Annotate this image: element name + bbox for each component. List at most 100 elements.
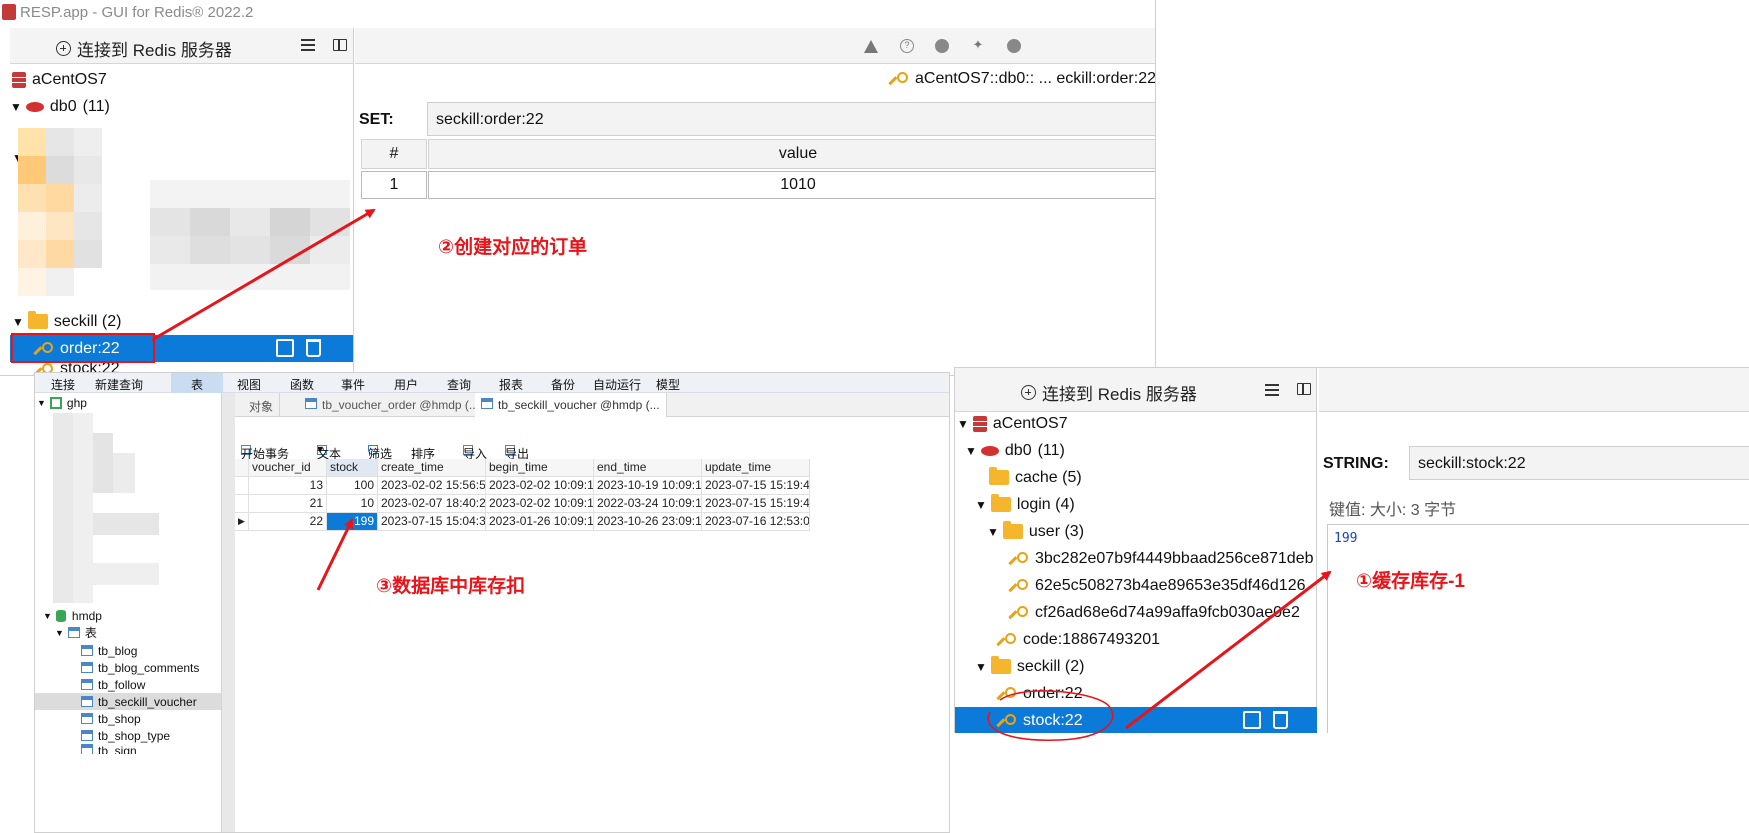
tree-db0[interactable]: ▼ db0 (11): [955, 437, 1316, 464]
menu-event[interactable]: 事件: [341, 376, 365, 393]
twitter-icon[interactable]: ✦: [971, 38, 985, 53]
table-label: tb_sign: [98, 744, 137, 754]
menu-table[interactable]: 表: [171, 373, 223, 393]
text-button[interactable]: 文本 ▾: [317, 442, 341, 461]
github-icon[interactable]: [1007, 39, 1021, 53]
grid-cell[interactable]: 2023-02-07 18:40:27: [378, 495, 486, 513]
connect-server-button[interactable]: 连接到 Redis 服务器: [56, 36, 232, 61]
list-icon[interactable]: [301, 39, 315, 51]
copy-icon[interactable]: [1243, 711, 1261, 729]
grid-cell[interactable]: 2023-02-02 10:09:17: [486, 495, 594, 513]
nav-table-item[interactable]: tb_follow: [81, 676, 145, 693]
menu-backup[interactable]: 备份: [551, 376, 575, 393]
nav-db-hmdp[interactable]: ▼ hmdp: [43, 607, 102, 624]
col-end-time[interactable]: end_time: [594, 459, 702, 477]
row-indicator-current[interactable]: ▶: [235, 513, 249, 531]
tree-key-order[interactable]: order:22: [10, 335, 353, 362]
tree-folder-seckill[interactable]: ▼ seckill (2): [10, 308, 353, 335]
annotation-cache-decrement: ①缓存库存-1: [1356, 571, 1465, 592]
key-icon: [1001, 632, 1017, 648]
split-view-icon[interactable]: [1297, 383, 1311, 395]
menu-model[interactable]: 模型: [656, 376, 680, 393]
key-name-field[interactable]: seckill:stock:22: [1409, 446, 1749, 480]
menu-report[interactable]: 报表: [499, 376, 523, 393]
nav-scrollbar[interactable]: [221, 393, 235, 832]
tab-objects[interactable]: 对象: [243, 393, 281, 417]
trash-icon[interactable]: [1273, 711, 1288, 729]
copy-icon[interactable]: [276, 339, 294, 357]
grid-cell[interactable]: 2023-02-02 15:56:58: [378, 477, 486, 495]
nav-tables-folder[interactable]: ▼ 表: [55, 624, 97, 641]
split-view-icon[interactable]: [333, 39, 347, 51]
tab-seckill-voucher[interactable]: tb_seckill_voucher @hmdp (...: [475, 393, 667, 417]
grid-cell[interactable]: 2023-07-15 15:04:33: [378, 513, 486, 531]
nav-table-item[interactable]: tb_blog_comments: [81, 659, 199, 676]
tree-key-code[interactable]: code:18867493201: [955, 626, 1316, 653]
telegram-icon[interactable]: [935, 39, 949, 53]
nav-conn-ghp[interactable]: ▼ ghp: [37, 394, 87, 411]
value-editor[interactable]: 199: [1327, 524, 1749, 733]
col-voucher-id[interactable]: voucher_id: [249, 459, 327, 477]
trash-icon[interactable]: [306, 339, 321, 357]
col-begin-time[interactable]: begin_time: [486, 459, 594, 477]
grid-cell[interactable]: 2023-07-16 12:53:03: [702, 513, 810, 531]
nav-table-item[interactable]: tb_blog: [81, 642, 137, 659]
tree-key-user[interactable]: 3bc282e07b9f4449bbaad256ce871deb: [955, 545, 1316, 572]
database-icon: [980, 445, 999, 456]
key-tab[interactable]: aCentOS7::db0:: ... eckill:order:22: [893, 70, 1155, 88]
warning-icon[interactable]: [864, 40, 878, 53]
tree-server[interactable]: ▼ aCentOS7: [955, 410, 1316, 437]
menu-function[interactable]: 函数: [290, 376, 314, 393]
col-stock[interactable]: stock: [327, 459, 378, 477]
tree-folder-user[interactable]: ▼ user (3): [955, 518, 1316, 545]
tree-db0[interactable]: ▼ db0 (11): [10, 93, 353, 120]
tree-server[interactable]: aCentOS7: [10, 66, 353, 93]
row-indicator[interactable]: [235, 495, 249, 513]
tree-key-user[interactable]: cf26ad68e6d74a99affa9fcb030ae0e2: [955, 599, 1316, 626]
menu-view[interactable]: 视图: [237, 376, 261, 393]
nav-table-item[interactable]: tb_sign: [81, 744, 137, 754]
grid-cell-selected[interactable]: 199: [327, 513, 378, 531]
menu-connect[interactable]: 连接: [51, 376, 75, 393]
grid-cell[interactable]: 2023-07-15 15:19:48: [702, 477, 810, 495]
menu-new-query[interactable]: 新建查询: [95, 376, 143, 393]
nav-table-item[interactable]: tb_shop: [81, 710, 141, 727]
grid-cell[interactable]: 2022-03-24 10:09:17: [594, 495, 702, 513]
nav-table-item[interactable]: tb_shop_type: [81, 727, 170, 744]
grid-cell[interactable]: 100: [327, 477, 378, 495]
tree-key-stock[interactable]: stock:22: [955, 707, 1317, 733]
col-header-value[interactable]: value: [428, 139, 1155, 169]
tree-folder-login[interactable]: ▼ login (4): [955, 491, 1316, 518]
cell-index[interactable]: 1: [361, 171, 427, 199]
menu-user[interactable]: 用户: [394, 376, 418, 393]
grid-cell[interactable]: 13: [249, 477, 327, 495]
row-indicator[interactable]: [235, 477, 249, 495]
grid-cell[interactable]: 10: [327, 495, 378, 513]
tab-voucher-order[interactable]: tb_voucher_order @hmdp (...: [299, 393, 486, 417]
nav-table-item-selected[interactable]: tb_seckill_voucher: [35, 693, 221, 710]
connect-server-button[interactable]: 连接到 Redis 服务器: [1021, 380, 1197, 405]
cell-value[interactable]: 1010: [428, 171, 1155, 199]
help-icon[interactable]: ?: [900, 39, 914, 53]
table-label: tb_shop: [98, 711, 141, 726]
tree-folder-cache[interactable]: cache (5): [955, 464, 1316, 491]
tree-key-order[interactable]: order:22: [955, 680, 1316, 707]
grid-cell[interactable]: 21: [249, 495, 327, 513]
col-update-time[interactable]: update_time: [702, 459, 810, 477]
grid-cell[interactable]: 2023-07-15 15:19:43: [702, 495, 810, 513]
menu-autorun[interactable]: 自动运行: [593, 376, 641, 393]
tree-key-user[interactable]: 62e5c508273b4ae89653e35df46d126: [955, 572, 1316, 599]
grid-cell[interactable]: 22: [249, 513, 327, 531]
grid-cell[interactable]: 2023-01-26 10:09:17: [486, 513, 594, 531]
tree-folder-seckill[interactable]: ▼ seckill (2): [955, 653, 1316, 680]
connection-icon: [49, 396, 62, 409]
grid-cell[interactable]: 2023-02-02 10:09:17: [486, 477, 594, 495]
list-icon[interactable]: [1265, 384, 1279, 396]
menu-query[interactable]: 查询: [447, 376, 471, 393]
grid-cell[interactable]: 2023-10-19 10:09:17: [594, 477, 702, 495]
col-create-time[interactable]: create_time: [378, 459, 486, 477]
key-name-field[interactable]: seckill:order:22: [427, 102, 1155, 136]
db-count: (11): [1037, 441, 1065, 459]
col-header-index[interactable]: #: [361, 139, 427, 169]
grid-cell[interactable]: 2023-10-26 23:09:17: [594, 513, 702, 531]
